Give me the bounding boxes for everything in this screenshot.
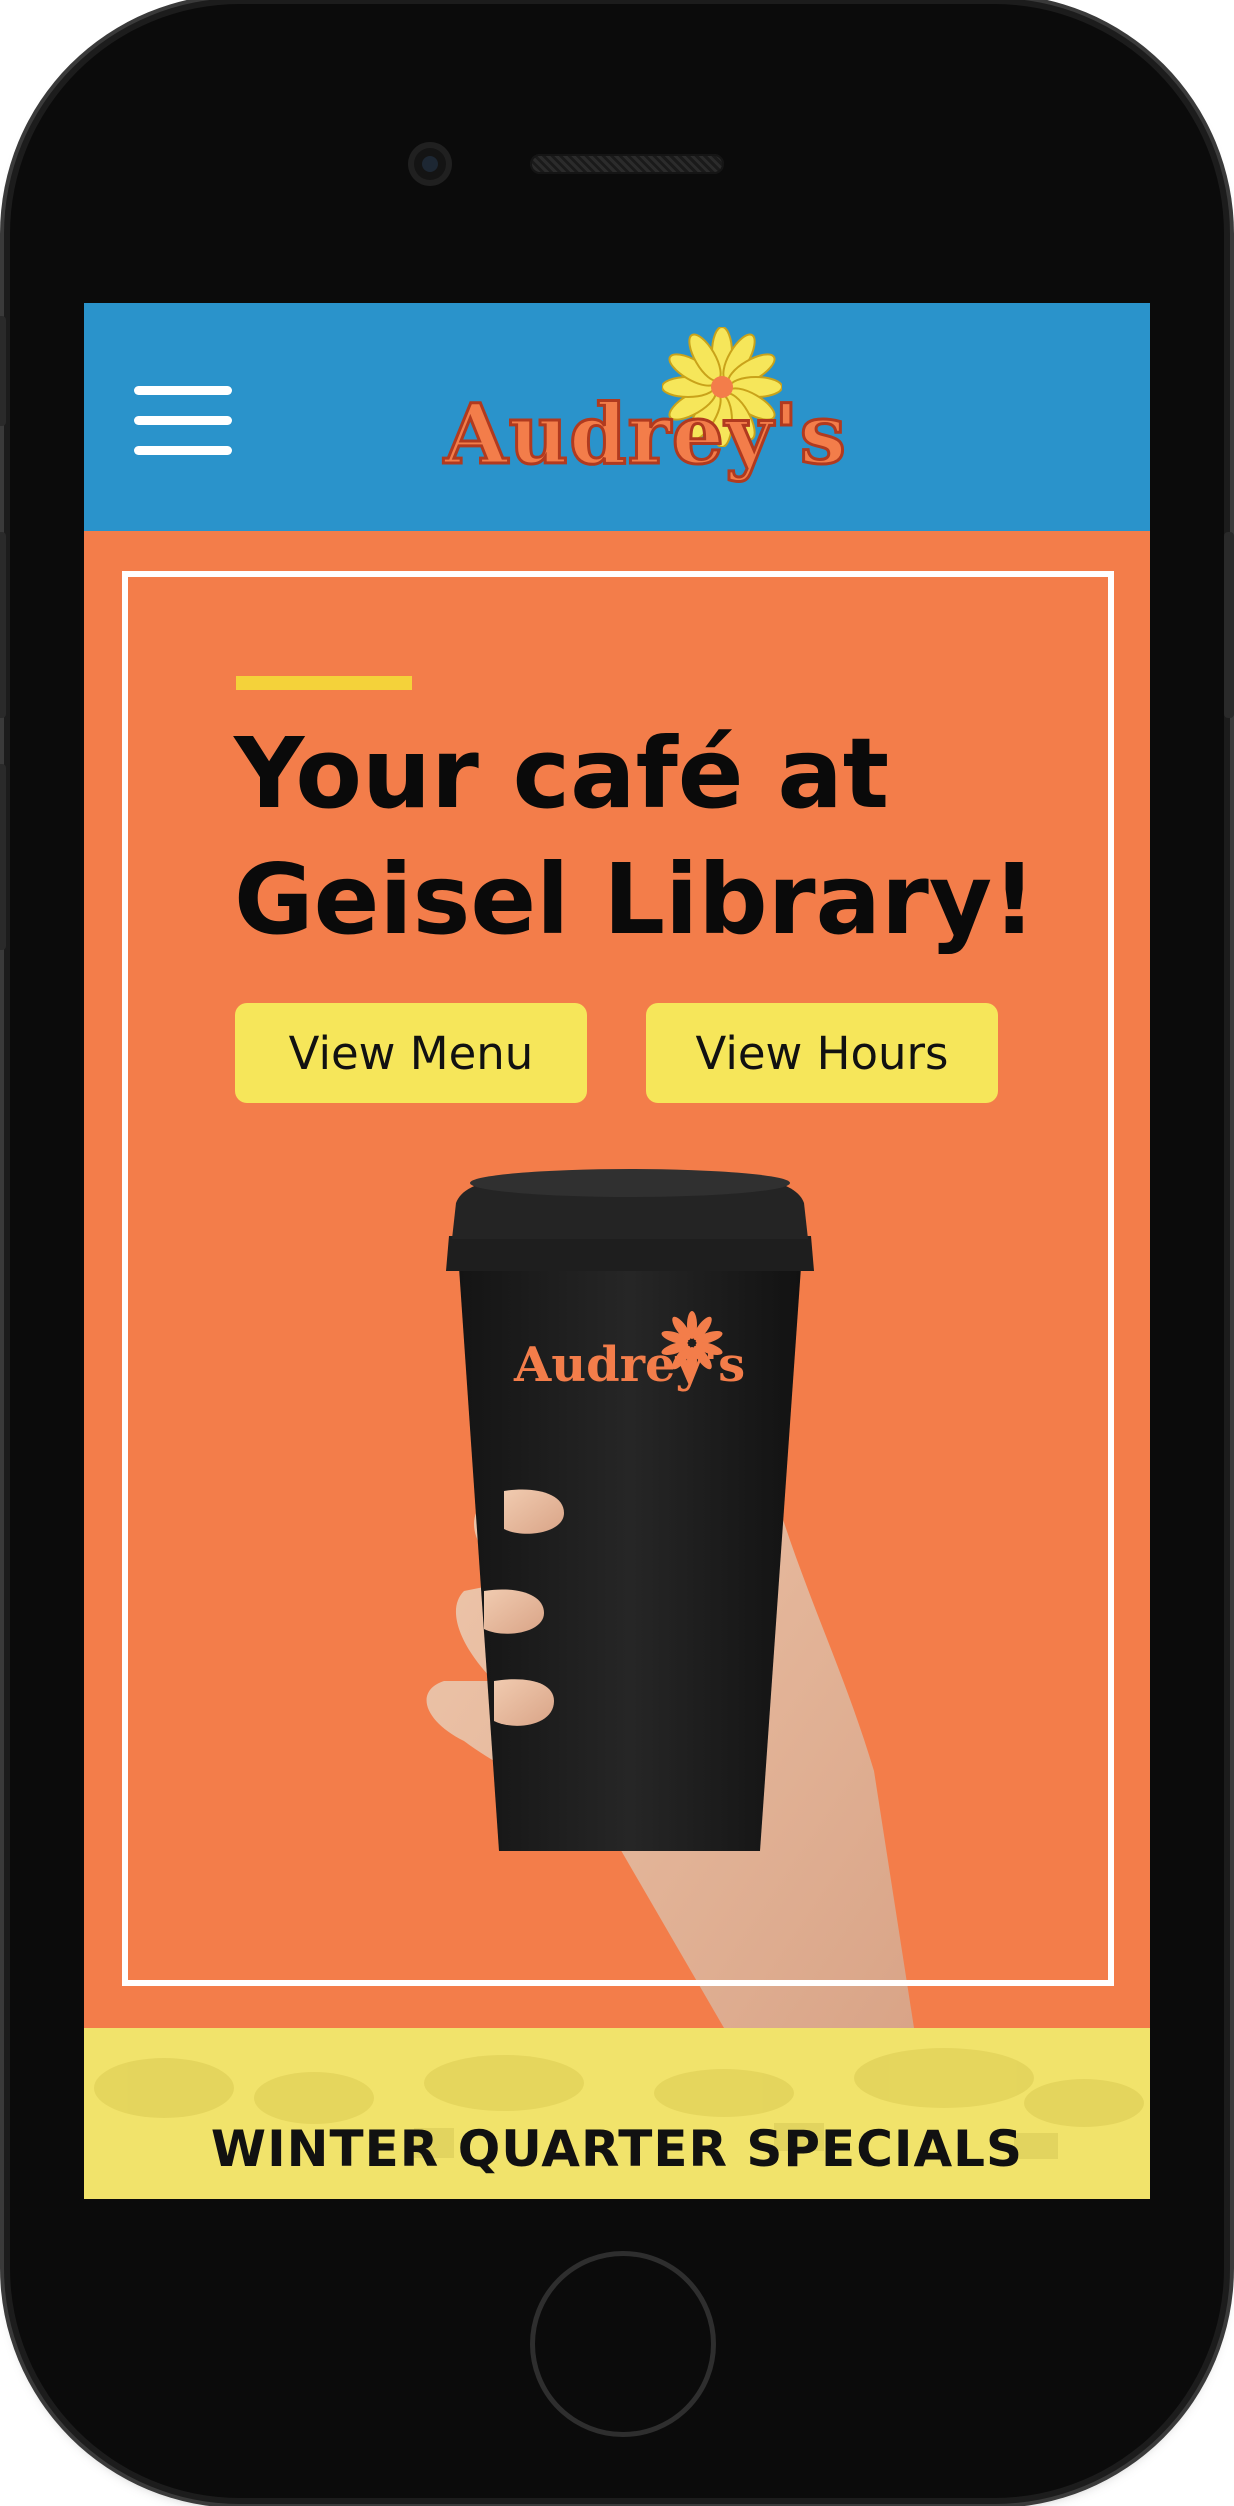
phone-silent-switch	[0, 316, 6, 426]
hamburger-menu-icon[interactable]	[134, 378, 232, 458]
brand-name: Audrey's	[443, 386, 848, 485]
winter-specials-banner[interactable]: WINTER QUARTER SPECIALS	[84, 2028, 1150, 2199]
brand-logo[interactable]: Audrey's	[443, 327, 847, 517]
hero-headline-line2: Geisel Library!	[234, 843, 1037, 956]
phone-power-button	[1224, 532, 1234, 718]
hero-headline-line1: Your café at	[234, 717, 890, 830]
site-header: Audrey's	[84, 303, 1150, 531]
hero-headline: Your café at Geisel Library!	[234, 711, 1094, 963]
specials-title: WINTER QUARTER SPECIALS	[210, 2120, 1024, 2178]
home-button[interactable]	[530, 2251, 716, 2437]
view-hours-button[interactable]: View Hours	[646, 1003, 998, 1103]
earpiece-speaker	[530, 154, 724, 174]
view-menu-button[interactable]: View Menu	[235, 1003, 587, 1103]
phone-volume-up-button	[0, 532, 6, 718]
hero-section: Audrey's Your café at Geisel Library! Vi…	[84, 531, 1150, 2028]
headline-accent-bar	[236, 676, 412, 690]
phone-screen: Audrey's Audrey's Your café at Geisel Li…	[84, 303, 1150, 2199]
phone-volume-down-button	[0, 764, 6, 950]
front-camera	[408, 142, 452, 186]
